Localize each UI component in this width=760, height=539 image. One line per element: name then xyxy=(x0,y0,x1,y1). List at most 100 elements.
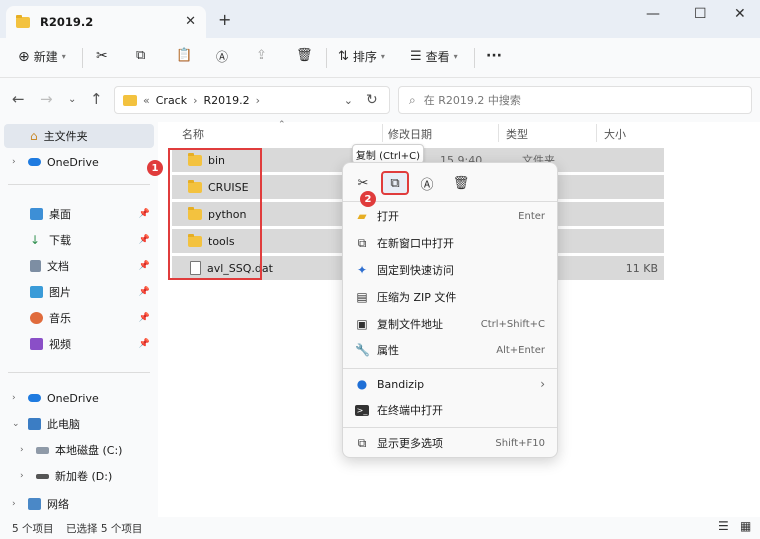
sidebar-label: 桌面 xyxy=(49,208,71,221)
menu-item-open-terminal[interactable]: >_ 在终端中打开 xyxy=(343,397,557,423)
tab-title: R2019.2 xyxy=(40,15,94,29)
chevron-down-icon[interactable]: ⌄ xyxy=(12,419,20,429)
sidebar-label: OneDrive xyxy=(47,155,99,169)
chevron-right-icon[interactable]: › xyxy=(20,445,24,455)
menu-item-pin-quick-access[interactable]: ✦ 固定到快速访问 xyxy=(343,257,557,283)
copy-button[interactable]: ⧉ xyxy=(136,48,145,63)
back-button[interactable]: ← xyxy=(12,90,25,108)
sidebar-item-music[interactable]: 音乐 📌 xyxy=(0,306,158,330)
minimize-button[interactable]: — xyxy=(646,6,660,22)
chevron-right-icon[interactable]: › xyxy=(12,157,16,167)
sidebar-item-home[interactable]: ⌂ 主文件夹 xyxy=(4,124,154,148)
context-menu: ✂ ⧉ Ⓐ 🗑 ▰ 打开 Enter ⧉ 在新窗口中打开 ✦ 固定到快速访问 ▤… xyxy=(342,162,558,458)
column-divider[interactable] xyxy=(596,124,597,142)
toolbar-divider xyxy=(474,48,475,68)
new-tab-button[interactable]: + xyxy=(218,10,231,29)
menu-shortcut: Shift+F10 xyxy=(495,437,545,449)
sidebar-item-drive-c[interactable]: › 本地磁盘 (C:) xyxy=(0,438,158,462)
column-divider[interactable] xyxy=(382,124,383,142)
sidebar-label: 图片 xyxy=(49,286,71,299)
sidebar-item-downloads[interactable]: ↓ 下载 📌 xyxy=(0,228,158,252)
menu-copy-button[interactable]: ⧉ xyxy=(381,171,409,195)
view-button[interactable]: ☰ 查看 ▾ xyxy=(410,48,458,65)
scissors-icon: ✂ xyxy=(357,175,369,191)
pin-icon[interactable]: 📌 xyxy=(139,209,150,219)
chevron-right-icon[interactable]: › xyxy=(12,499,16,509)
breadcrumb-chevron[interactable]: › xyxy=(193,94,197,107)
selection-annotation-box xyxy=(168,148,262,280)
recent-button[interactable]: ⌄ xyxy=(68,94,76,105)
address-bar[interactable]: « Crack › R2019.2 › ⌄ xyxy=(114,86,390,114)
tiles-view-icon[interactable]: ▦ xyxy=(740,519,751,533)
refresh-button[interactable]: ↻ xyxy=(366,92,378,108)
view-label: 查看 xyxy=(425,50,450,64)
maximize-button[interactable]: ☐ xyxy=(694,6,707,22)
menu-item-open-new-window[interactable]: ⧉ 在新窗口中打开 xyxy=(343,230,557,256)
scissors-icon: ✂ xyxy=(96,48,108,64)
menu-label: 打开 xyxy=(377,210,399,223)
menu-item-copy-path[interactable]: ▣ 复制文件地址 Ctrl+Shift+C xyxy=(343,311,557,337)
menu-item-show-more-options[interactable]: ⧉ 显示更多选项 Shift+F10 xyxy=(343,430,557,456)
search-input[interactable]: ⌕ 在 R2019.2 中搜索 xyxy=(398,86,752,114)
pin-icon[interactable]: 📌 xyxy=(139,313,150,323)
menu-rename-button[interactable]: Ⓐ xyxy=(413,171,441,195)
sidebar-label: 新加卷 (D:) xyxy=(55,470,113,483)
chevron-down-icon: ▾ xyxy=(380,52,385,61)
cut-button[interactable]: ✂ xyxy=(96,48,108,64)
chevron-right-icon[interactable]: › xyxy=(12,393,16,403)
column-header-modified[interactable]: 修改日期 xyxy=(388,126,432,142)
sidebar-item-desktop[interactable]: 桌面 📌 xyxy=(0,202,158,226)
status-bar: 5 个项目 已选择 5 个项目 ☰ ▦ xyxy=(0,517,760,539)
breadcrumb-r2019[interactable]: R2019.2 xyxy=(204,94,250,107)
chevron-down-icon: ▾ xyxy=(453,52,458,61)
share-button[interactable]: ⇪ xyxy=(256,48,267,63)
cloud-icon xyxy=(28,158,41,166)
address-dropdown-icon[interactable]: ⌄ xyxy=(344,94,353,107)
chevron-right-icon[interactable]: › xyxy=(20,471,24,481)
column-header-name[interactable]: 名称 xyxy=(182,126,204,142)
menu-item-properties[interactable]: 🔧 属性 Alt+Enter xyxy=(343,337,557,363)
sort-ascending-icon: ⌃ xyxy=(278,120,286,130)
up-button[interactable]: ↑ xyxy=(90,90,103,108)
menu-shortcut: Alt+Enter xyxy=(496,344,545,356)
selected-count: 已选择 5 个项目 xyxy=(66,523,143,535)
sidebar-item-onedrive-2[interactable]: › OneDrive xyxy=(0,386,158,410)
more-button[interactable]: ··· xyxy=(486,48,502,64)
menu-label: 固定到快速访问 xyxy=(377,264,454,277)
pin-icon[interactable]: 📌 xyxy=(139,261,150,271)
sidebar-item-this-pc[interactable]: ⌄ 此电脑 xyxy=(0,412,158,436)
sidebar-item-drive-d[interactable]: › 新加卷 (D:) xyxy=(0,464,158,488)
breadcrumb-overflow[interactable]: « xyxy=(143,94,150,107)
menu-item-compress-zip[interactable]: ▤ 压缩为 ZIP 文件 xyxy=(343,284,557,310)
cloud-icon xyxy=(28,394,41,402)
new-button[interactable]: ⊕ 新建 ▾ xyxy=(18,48,66,65)
delete-button[interactable]: 🗑 xyxy=(296,48,313,63)
column-divider[interactable] xyxy=(498,124,499,142)
details-view-icon[interactable]: ☰ xyxy=(718,519,729,533)
menu-item-open[interactable]: ▰ 打开 Enter xyxy=(343,203,557,229)
sidebar-item-videos[interactable]: 视频 📌 xyxy=(0,332,158,356)
sidebar-item-pictures[interactable]: 图片 📌 xyxy=(0,280,158,304)
forward-button[interactable]: → xyxy=(40,90,53,108)
tab-r2019[interactable]: R2019.2 ✕ xyxy=(6,6,206,38)
column-header-type[interactable]: 类型 xyxy=(506,126,528,142)
breadcrumb-crack[interactable]: Crack xyxy=(156,94,187,107)
sidebar-item-network[interactable]: › 网络 xyxy=(0,492,158,516)
paste-button[interactable]: 📋 xyxy=(176,48,192,63)
sidebar-item-documents[interactable]: 文档 📌 xyxy=(0,254,158,278)
pin-icon[interactable]: 📌 xyxy=(139,235,150,245)
pin-icon[interactable]: 📌 xyxy=(139,287,150,297)
rename-button[interactable]: Ⓐ xyxy=(216,48,228,65)
home-icon: ⌂ xyxy=(30,129,38,143)
view-icon: ☰ xyxy=(410,49,422,64)
menu-delete-button[interactable]: 🗑 xyxy=(447,171,475,195)
sidebar-item-onedrive[interactable]: › OneDrive xyxy=(0,150,158,174)
breadcrumb-chevron[interactable]: › xyxy=(256,94,260,107)
sort-button[interactable]: ⇅ 排序 ▾ xyxy=(338,48,385,65)
pin-icon[interactable]: 📌 xyxy=(139,339,150,349)
column-header-size[interactable]: 大小 xyxy=(604,126,626,142)
close-tab-icon[interactable]: ✕ xyxy=(185,14,196,29)
menu-item-bandizip[interactable]: ● Bandizip › xyxy=(343,371,557,397)
copy-icon: ⧉ xyxy=(390,175,400,191)
close-window-button[interactable]: ✕ xyxy=(734,6,746,22)
